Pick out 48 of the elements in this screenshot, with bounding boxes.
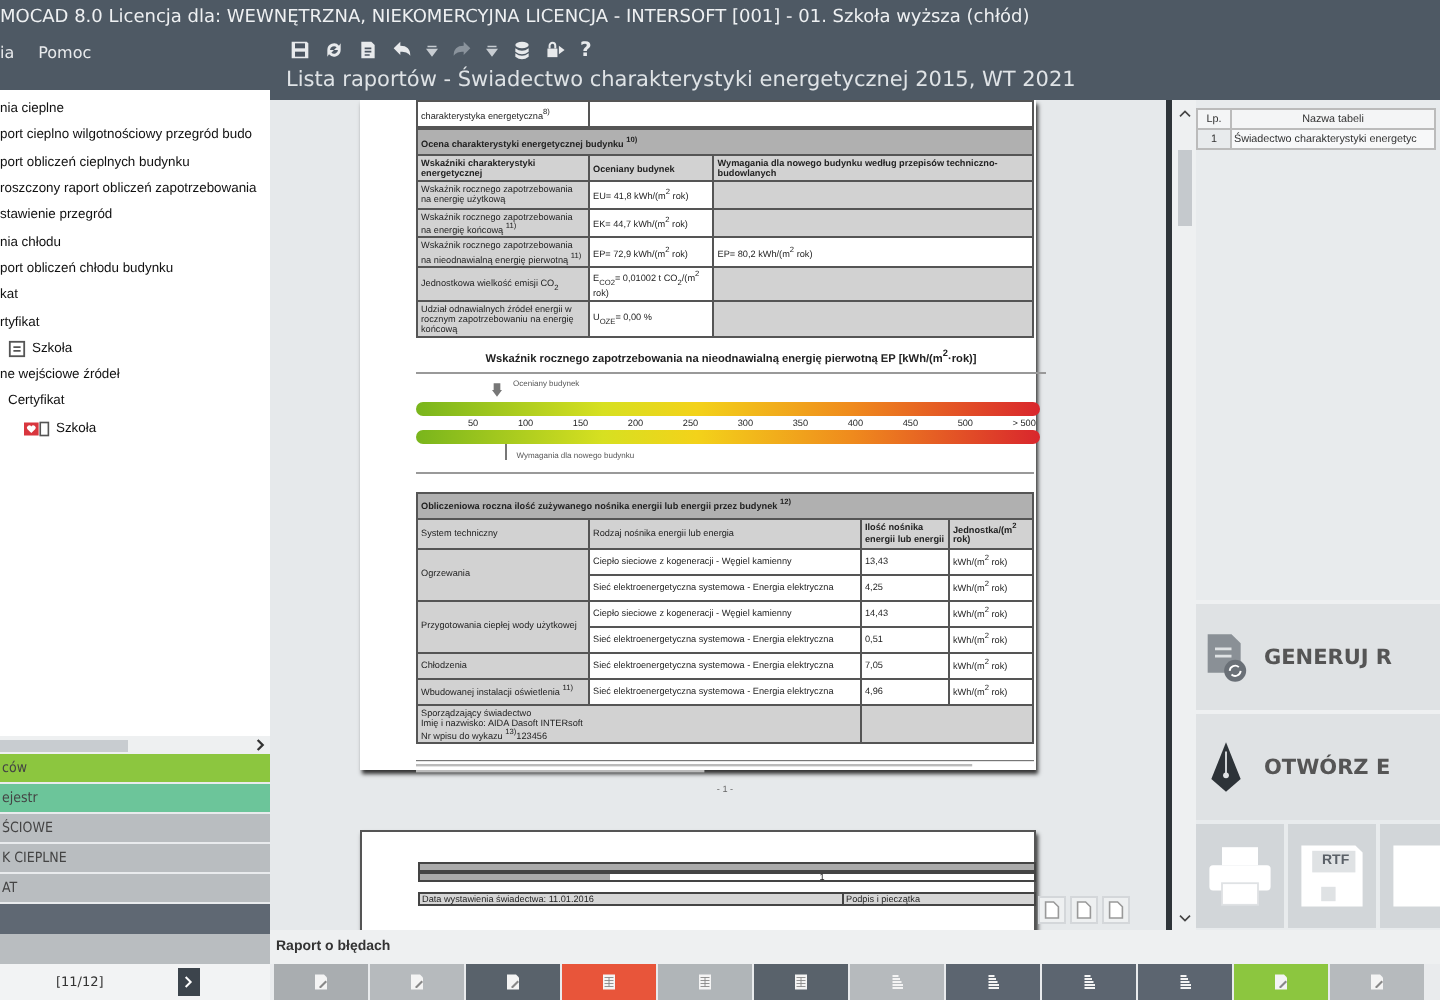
table-icon (696, 972, 714, 992)
page-view-button[interactable] (1070, 896, 1098, 924)
toolbar-button[interactable] (1042, 964, 1138, 1000)
menu-item[interactable]: ia (0, 44, 15, 62)
next-page-button[interactable] (178, 968, 200, 996)
list-icon (1080, 972, 1098, 992)
table-icon (792, 972, 810, 992)
page-view-button[interactable] (1038, 896, 1066, 924)
generate-button[interactable]: GENERUJ R (1196, 600, 1440, 710)
window-title: MOCAD 8.0 Licencja dla: WEWNĘTRZNA, NIEKOMERCYJNA LICENCJA - INTERSOFT [001] - 01. Szkoła wyższa (chłód) (0, 8, 1030, 28)
scrollbar-thumb[interactable] (1177, 150, 1191, 226)
document-pen-icon (1272, 972, 1290, 992)
menu-item[interactable]: Pomoc (38, 44, 92, 62)
caret-icon[interactable] (426, 41, 438, 59)
chevron-down-icon[interactable] (1177, 914, 1191, 924)
document-pen-icon (1368, 972, 1386, 992)
page-view-button[interactable] (1102, 896, 1130, 924)
document-pen-icon (312, 972, 330, 992)
chevron-right-icon[interactable] (256, 738, 266, 752)
toolbar-button[interactable] (1138, 964, 1234, 1000)
toolbar-button[interactable] (562, 964, 658, 1000)
vertical-scrollbar[interactable] (1172, 100, 1196, 930)
heart-document-icon (24, 419, 50, 438)
save-icon[interactable] (290, 40, 310, 60)
document-icon (8, 339, 26, 358)
refresh-icon[interactable] (324, 40, 344, 60)
toolbar-button[interactable] (754, 964, 850, 1000)
help-button[interactable]: ? (580, 39, 592, 61)
chevron-right-icon (184, 974, 194, 990)
report-title: Lista raportów - Świadectwo charakterystyki energetycznej 2015, WT 2021 (286, 64, 1078, 92)
redo-icon[interactable] (452, 40, 472, 60)
table-icon (600, 972, 618, 992)
stack-icon[interactable] (512, 40, 532, 60)
scrollbar-thumb[interactable] (0, 739, 128, 751)
open-button[interactable]: OTWÓRZ E (1196, 710, 1440, 820)
caret-icon[interactable] (486, 41, 498, 59)
list-icon (1176, 972, 1194, 992)
list-icon (984, 972, 1002, 992)
chevron-up-icon[interactable] (1177, 108, 1191, 118)
document-pen-icon (504, 972, 522, 992)
document-pen-icon (408, 972, 426, 992)
document-refresh-icon (1204, 629, 1248, 685)
toolbar-button[interactable] (466, 964, 562, 1000)
undo-icon[interactable] (392, 40, 412, 60)
list-icon (888, 972, 906, 992)
lock-icon[interactable] (546, 40, 566, 60)
document-icon[interactable] (358, 40, 378, 60)
toolbar-button[interactable] (946, 964, 1042, 1000)
